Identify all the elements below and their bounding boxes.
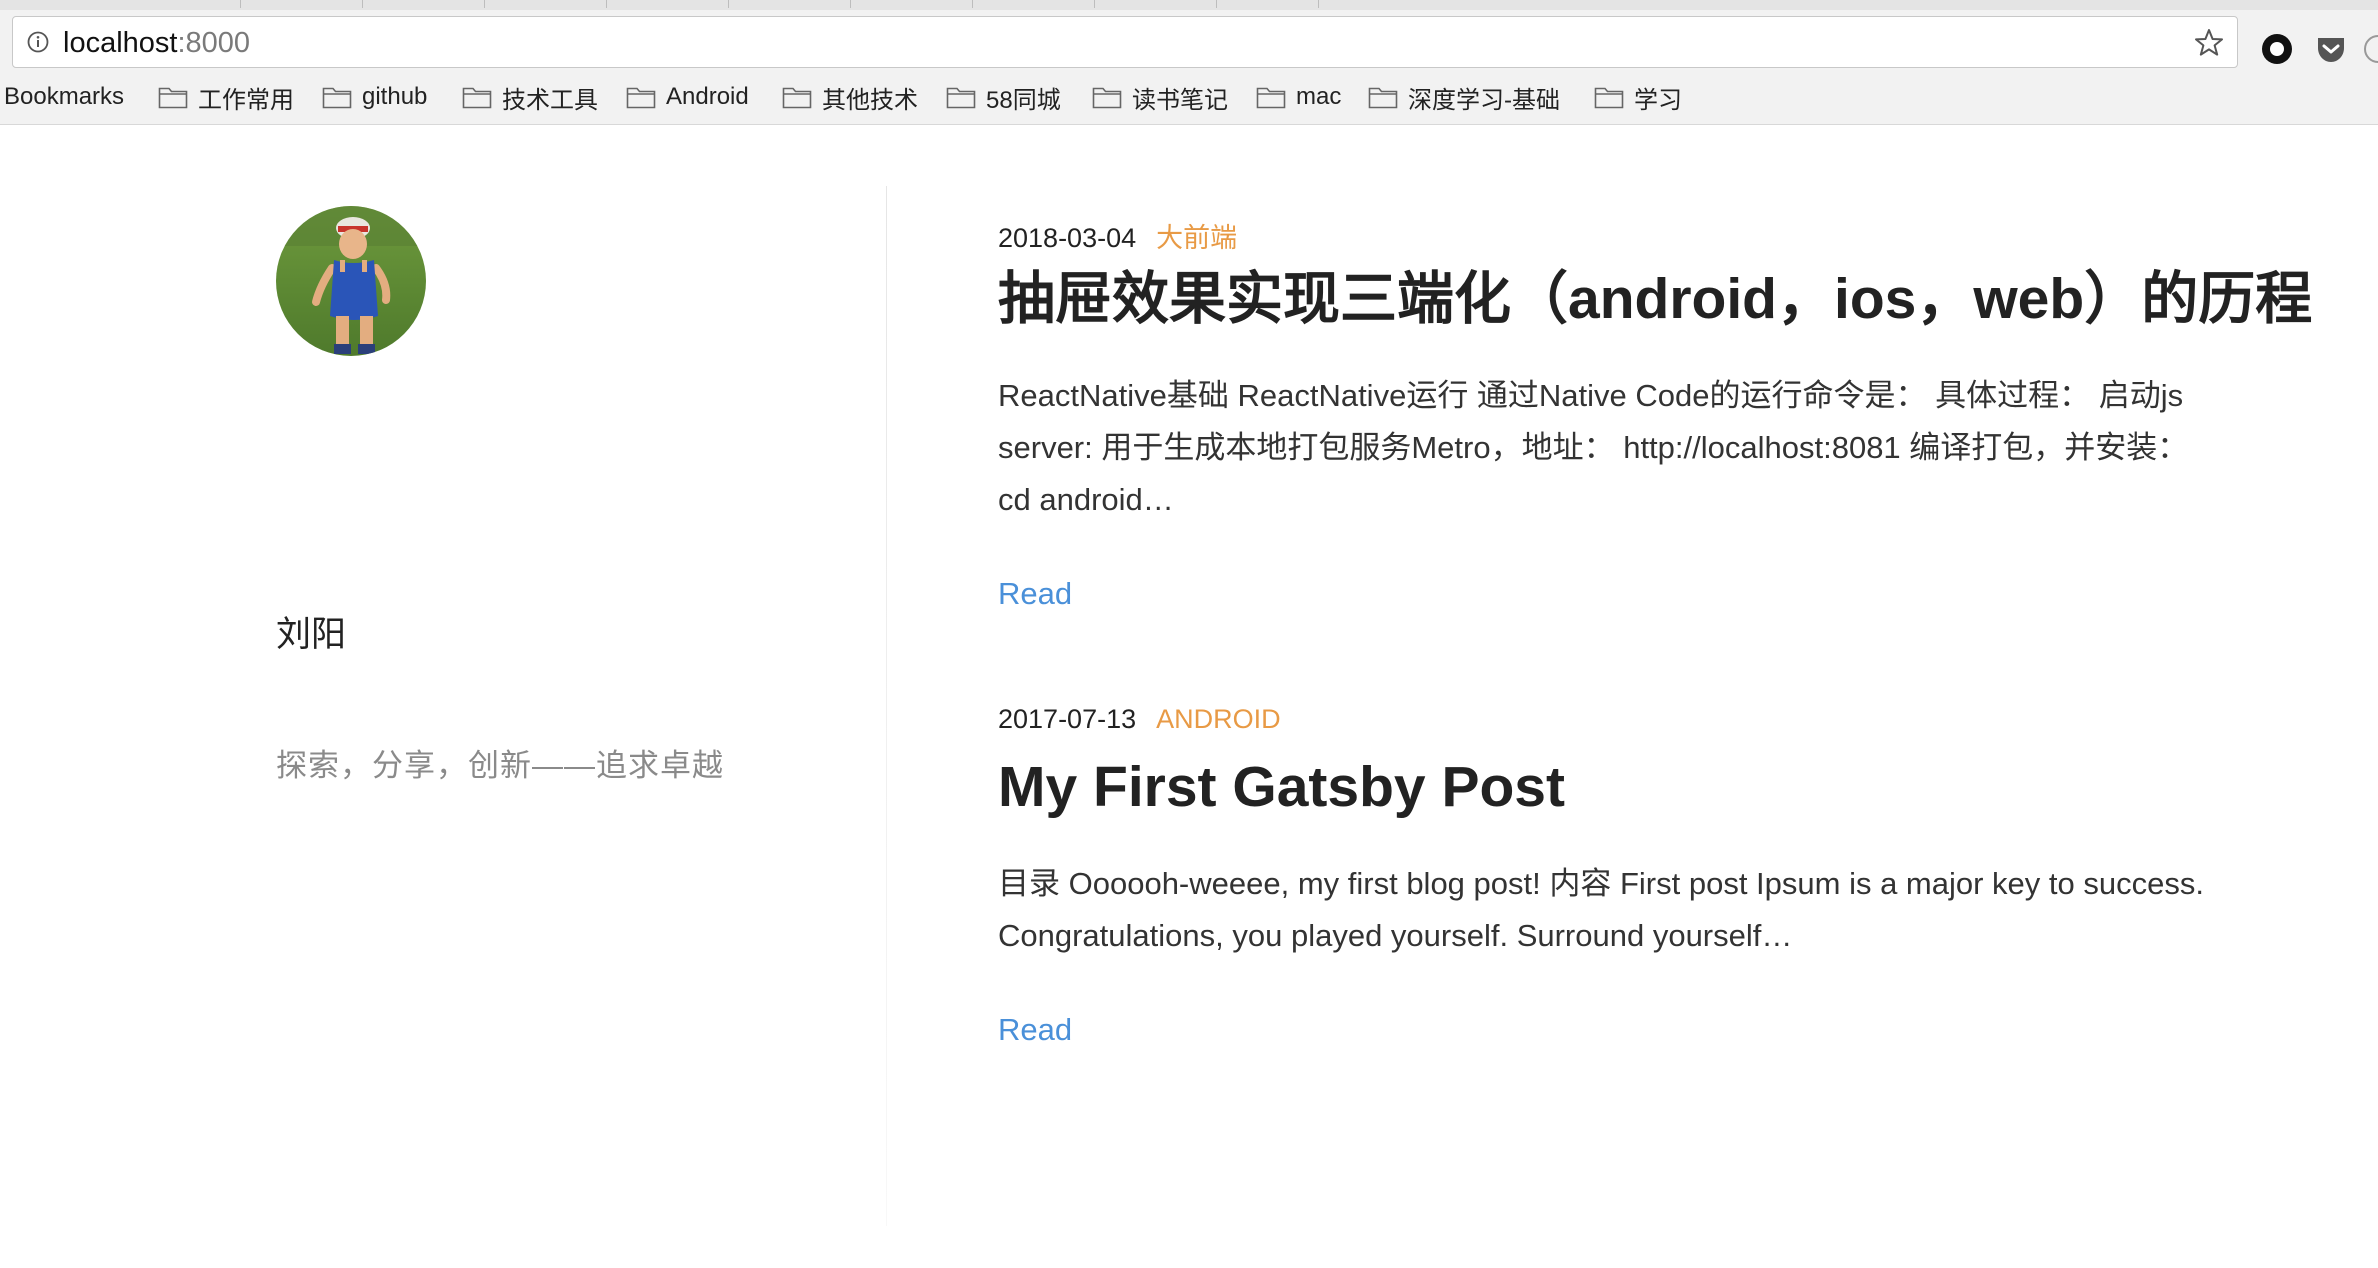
url-text[interactable]: localhost:8000 <box>63 27 250 59</box>
tab-separator <box>1216 0 1217 8</box>
bookmark-folder-label: Android <box>666 83 749 110</box>
post-meta: 2018-03-04 大前端 <box>998 216 2298 253</box>
post-excerpt: ReactNative基础 ReactNative运行 通过Native Cod… <box>998 370 2298 526</box>
bookmark-folder-label: 其他技术 <box>822 86 918 114</box>
folder-icon <box>1092 87 1122 109</box>
author-name: 刘阳 <box>276 615 347 654</box>
tab-separator <box>850 0 851 8</box>
excerpt-line: Congratulations, you played yourself. Su… <box>998 918 1793 953</box>
bookmark-folder-label: github <box>362 83 428 110</box>
avatar[interactable] <box>276 206 426 356</box>
bookmark-folder-label: 读书笔记 <box>1132 86 1228 114</box>
folder-icon <box>1368 87 1398 109</box>
post-title[interactable]: My First Gatsby Post <box>998 752 2298 822</box>
bookmark-folder-label: 技术工具 <box>502 86 598 114</box>
bookmark-folder[interactable]: mac <box>1256 80 1341 114</box>
bookmark-folder-label: 深度学习-基础 <box>1408 86 1560 114</box>
bookmark-folder[interactable]: 其他技术 <box>782 80 918 114</box>
tab-separator <box>606 0 607 8</box>
url-host: localhost <box>63 27 178 59</box>
bookmark-folder[interactable]: github <box>322 80 427 114</box>
bookmark-folder-label: mac <box>1296 83 1342 110</box>
url-port: :8000 <box>177 27 251 59</box>
bookmark-folder[interactable]: Android <box>626 80 749 114</box>
pocket-icon[interactable] <box>2314 32 2348 66</box>
folder-icon <box>782 87 812 109</box>
bookmark-folder-label: 学习 <box>1634 86 1682 114</box>
excerpt-line: 目录 Oooooh-weeee, my first blog post! 内容 … <box>998 866 2204 901</box>
address-bar[interactable]: localhost:8000 <box>12 16 2238 68</box>
bookmark-folder[interactable]: 技术工具 <box>462 80 598 114</box>
excerpt-line: ReactNative基础 ReactNative运行 通过Native Cod… <box>998 378 2184 413</box>
tab-separator <box>484 0 485 8</box>
tab-separator <box>240 0 241 8</box>
overflow-icon[interactable] <box>2362 32 2378 66</box>
bookmark-folder[interactable]: 58同城 <box>946 80 1061 114</box>
bookmark-folder-label: 工作常用 <box>198 86 294 114</box>
excerpt-line: server: 用于生成本地打包服务Metro，地址： http://local… <box>998 430 2189 465</box>
post-excerpt: 目录 Oooooh-weeee, my first blog post! 内容 … <box>998 858 2298 962</box>
bookmark-star-icon[interactable] <box>2193 27 2225 59</box>
post-card: 2017-07-13 ANDROID My First Gatsby Post 目… <box>998 704 2298 1048</box>
read-more-link[interactable]: Read <box>998 1012 1072 1048</box>
post-category[interactable]: ANDROID <box>1156 704 1281 734</box>
column-divider <box>886 186 887 1226</box>
post-category[interactable]: 大前端 <box>1156 223 1237 253</box>
bookmark-folder-label: 58同城 <box>986 86 1061 114</box>
read-more-link[interactable]: Read <box>998 576 1072 612</box>
post-card: 2018-03-04 大前端 抽屉效果实现三端化（android，ios，web）… <box>998 216 2312 612</box>
folder-icon <box>946 87 976 109</box>
folder-icon <box>322 87 352 109</box>
extension-ring-icon[interactable] <box>2260 32 2294 66</box>
post-date: 2017-07-13 <box>998 704 1137 734</box>
folder-icon <box>1594 87 1624 109</box>
post-title[interactable]: 抽屉效果实现三端化（android，ios，web）的历程 <box>998 264 2312 334</box>
bookmarks-label-text: Bookmarks <box>4 83 125 110</box>
info-icon[interactable] <box>27 31 49 53</box>
browser-toolbar: localhost:8000 <box>0 10 2378 74</box>
folder-icon <box>626 87 656 109</box>
bookmarks-label[interactable]: Bookmarks <box>4 80 124 114</box>
post-meta: 2017-07-13 ANDROID <box>998 704 2298 738</box>
bookmark-folder[interactable]: 学习 <box>1594 80 1682 114</box>
folder-icon <box>158 87 188 109</box>
tab-separator <box>1318 0 1319 8</box>
folder-icon <box>462 87 492 109</box>
tab-separator <box>362 0 363 8</box>
bookmark-folder[interactable]: 读书笔记 <box>1092 80 1228 114</box>
bookmark-folder[interactable]: 深度学习-基础 <box>1368 80 1560 114</box>
tab-separator <box>728 0 729 8</box>
tab-separator <box>1094 0 1095 8</box>
author-tagline: 探索，分享，创新——追求卓越 <box>276 748 724 783</box>
tab-separator <box>972 0 973 8</box>
bookmarks-bar: Bookmarks 工作常用 github 技术工具 Android 其他技术 … <box>0 74 2378 125</box>
post-date: 2018-03-04 <box>998 223 1137 253</box>
excerpt-line: cd android… <box>998 482 1174 517</box>
folder-icon <box>1256 87 1286 109</box>
avatar-photo <box>276 206 426 356</box>
bookmark-folder[interactable]: 工作常用 <box>158 80 294 114</box>
